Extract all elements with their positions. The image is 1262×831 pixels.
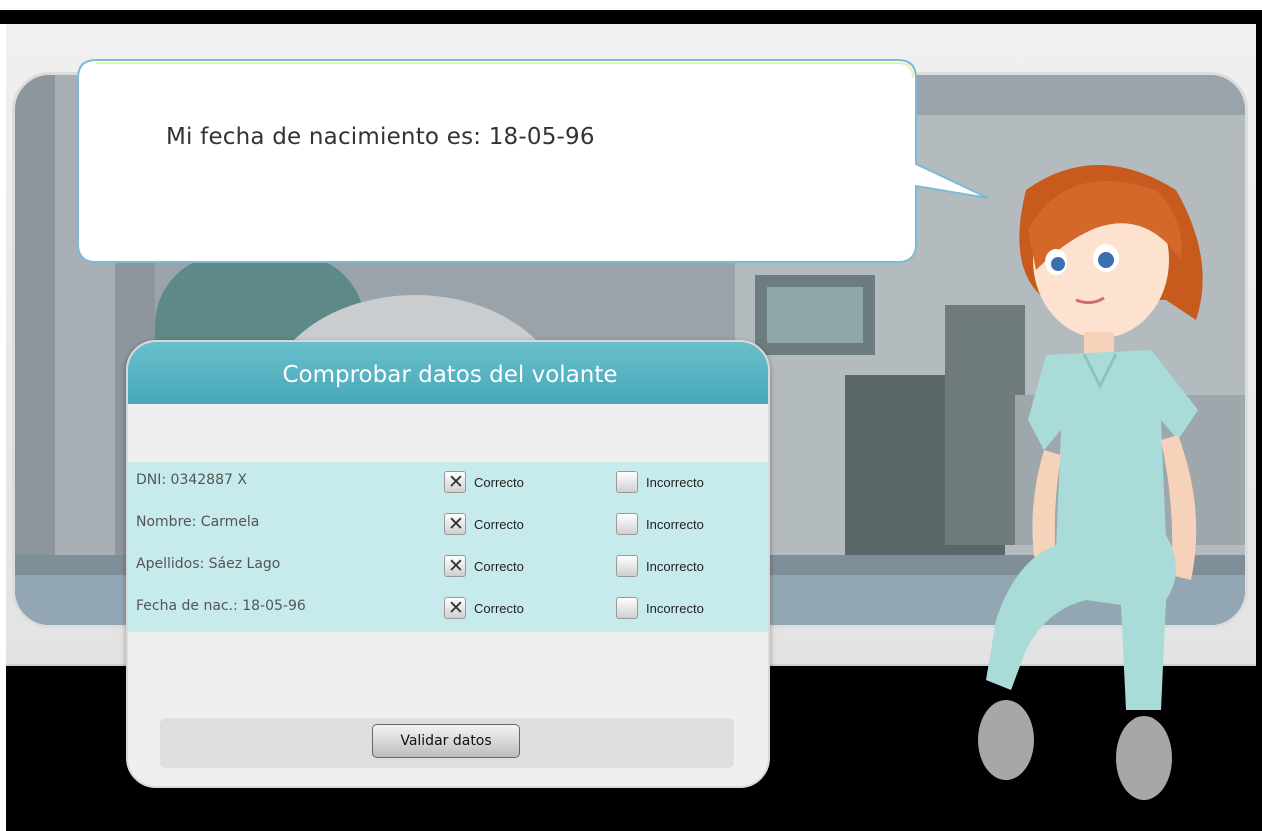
speech-bubble: Mi fecha de nacimiento es: 18-05-96 (76, 56, 989, 266)
correct-label: Correcto (474, 475, 524, 490)
incorrect-label: Incorrecto (646, 517, 704, 532)
row-label: Apellidos: Sáez Lago (136, 556, 281, 572)
nurse-figure (978, 165, 1203, 800)
incorrect-checkbox[interactable] (616, 471, 638, 493)
speech-text: Mi fecha de nacimiento es: 18-05-96 (166, 124, 595, 150)
panel-title: Comprobar datos del volante (128, 342, 768, 404)
correct-label: Correcto (474, 559, 524, 574)
correct-checkbox[interactable]: ✕ (444, 597, 466, 619)
incorrect-label: Incorrecto (646, 559, 704, 574)
correct-checkbox[interactable]: ✕ (444, 513, 466, 535)
data-row-nombre: Nombre: Carmela ✕ Correcto Incorrecto (128, 504, 768, 546)
data-rows: DNI: 0342887 X ✕ Correcto Incorrecto Nom… (128, 462, 768, 632)
check-mark-icon: ✕ (448, 471, 464, 493)
incorrect-label: Incorrecto (646, 601, 704, 616)
correct-label: Correcto (474, 517, 524, 532)
check-mark-icon: ✕ (448, 513, 464, 535)
correct-label: Correcto (474, 601, 524, 616)
incorrect-checkbox[interactable] (616, 513, 638, 535)
speech-value: 18-05-96 (488, 124, 595, 150)
check-mark-icon: ✕ (448, 555, 464, 577)
row-label: DNI: 0342887 X (136, 472, 247, 488)
speech-label: Mi fecha de nacimiento es: (166, 124, 482, 150)
panel-footer: Validar datos (160, 718, 734, 768)
data-row-fecha: Fecha de nac.: 18-05-96 ✕ Correcto Incor… (128, 588, 768, 630)
data-row-dni: DNI: 0342887 X ✕ Correcto Incorrecto (128, 462, 768, 504)
correct-checkbox[interactable]: ✕ (444, 555, 466, 577)
app-window: Mi fecha de nacimiento es: 18-05-96 Comp… (0, 0, 1262, 831)
incorrect-checkbox[interactable] (616, 555, 638, 577)
data-row-apellidos: Apellidos: Sáez Lago ✕ Correcto Incorrec… (128, 546, 768, 588)
row-label: Fecha de nac.: 18-05-96 (136, 598, 306, 614)
incorrect-label: Incorrecto (646, 475, 704, 490)
top-bar (0, 10, 1262, 24)
nurse-character-illustration (966, 150, 1226, 814)
validate-data-button[interactable]: Validar datos (372, 724, 520, 758)
speech-bubble-shape (77, 59, 989, 263)
correct-checkbox[interactable]: ✕ (444, 471, 466, 493)
row-label: Nombre: Carmela (136, 514, 260, 530)
verify-data-panel: Comprobar datos del volante DNI: 0342887… (126, 340, 770, 788)
incorrect-checkbox[interactable] (616, 597, 638, 619)
check-mark-icon: ✕ (448, 597, 464, 619)
